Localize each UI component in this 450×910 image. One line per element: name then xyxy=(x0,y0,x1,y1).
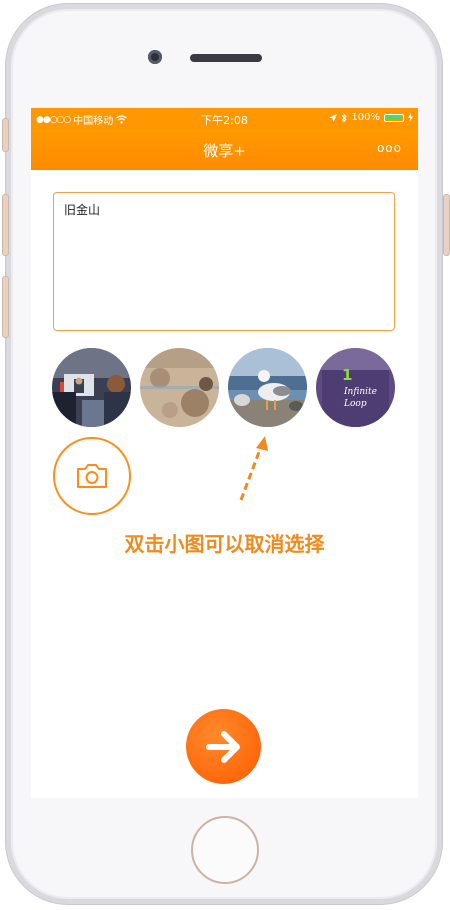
seagull-photo-icon xyxy=(228,348,307,427)
status-bar: ●●○○○ 中国移动 下午2:08 100% xyxy=(31,108,418,130)
location-icon xyxy=(329,113,338,122)
thumbnail-number: 1 xyxy=(342,366,352,384)
conference-photo-icon xyxy=(52,348,131,427)
power-button xyxy=(443,194,450,256)
hint-text: 双击小图可以取消选择 xyxy=(124,532,325,556)
thumbnail-text-line1: Infinite xyxy=(343,387,377,397)
charging-icon xyxy=(408,113,413,122)
volume-up-button xyxy=(2,194,9,256)
thumbnail-text-line2: Loop xyxy=(343,399,367,409)
camera-icon xyxy=(77,464,107,488)
front-camera-icon xyxy=(148,50,162,64)
bluetooth-icon xyxy=(342,112,348,123)
add-photo-button[interactable] xyxy=(53,437,131,515)
photo-thumbnail-3[interactable] xyxy=(228,348,307,427)
nav-bar: 微享+ ooo xyxy=(31,130,418,170)
more-options-button[interactable]: ooo xyxy=(377,141,402,155)
photo-thumbnail-4[interactable]: 1 Infinite Loop xyxy=(316,348,395,427)
next-button[interactable] xyxy=(186,709,261,784)
infinite-loop-photo-icon: 1 Infinite Loop xyxy=(316,348,395,427)
volume-down-button xyxy=(2,276,9,338)
status-right: 100% xyxy=(329,112,413,123)
beach-photo-icon xyxy=(140,348,219,427)
battery-icon xyxy=(384,113,404,122)
page-title: 微享+ xyxy=(203,142,246,160)
photo-thumbnail-1[interactable] xyxy=(52,348,131,427)
arrow-right-icon xyxy=(205,730,240,763)
hint-arrow-icon xyxy=(239,436,268,501)
earpiece-speaker xyxy=(190,54,262,62)
mute-switch xyxy=(2,118,9,152)
photo-thumbnail-2[interactable] xyxy=(140,348,219,427)
battery-percent: 100% xyxy=(351,112,380,123)
app-screen: ●●○○○ 中国移动 下午2:08 100% 微享+ ooo 旧金山 1 Inf… xyxy=(31,108,418,798)
compose-text-input[interactable]: 旧金山 xyxy=(53,192,395,331)
home-button[interactable] xyxy=(191,816,259,884)
